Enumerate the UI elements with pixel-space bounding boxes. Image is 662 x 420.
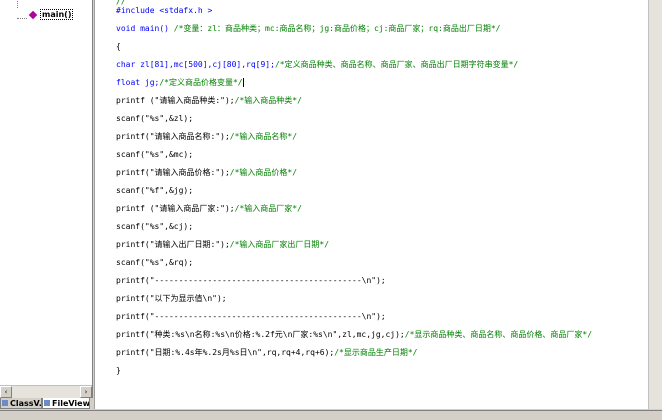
tree-item-main[interactable]: main() [0, 9, 92, 20]
code-line: float jg;/*定义商品价格变量*/ [116, 78, 244, 87]
code-line: scanf("%s",&cj); [116, 222, 194, 231]
tab-fileview-label: FileView [52, 399, 90, 408]
code-line: scanf("%s",&mc); [116, 150, 194, 159]
code-line: scanf("%s",&zl); [116, 114, 194, 123]
editor-gutter [94, 0, 117, 409]
tab-classview[interactable]: ClassV... [0, 398, 42, 409]
class-tree: main() [0, 0, 92, 20]
code-line: printf("--------------------------------… [116, 276, 386, 285]
code-line: printf("--------------------------------… [116, 312, 386, 321]
code-line: } [116, 366, 121, 375]
fileview-icon [44, 400, 50, 406]
editor-vertical-scrollbar[interactable] [648, 0, 662, 409]
code-line: void main() /*变量：zl：商品种类；mc:商品名称；jg:商品价格… [116, 24, 501, 33]
code-line: #include <stdafx.h > [116, 6, 213, 15]
chevron-right-icon: › [84, 388, 88, 396]
code-line: printf ("请输入商品厂家:");/*输入商品厂家*/ [116, 204, 302, 213]
code-line: printf("种类:%s\n名称:%s\n价格:%.2f元\n厂家:%s\n"… [116, 330, 593, 339]
text-cursor [242, 78, 244, 87]
code-line: char zl[81],mc[500],cj[80],rq[9];/*定义商品种… [116, 60, 519, 69]
workspace-horizontal-scrollbar[interactable]: ‹ › [0, 385, 92, 398]
code-line: scanf("%s",&rq); [116, 258, 194, 267]
code-line: printf("日期:%.4s年%.2s月%s日\n",rq,rq+4,rq+6… [116, 348, 418, 357]
code-line: printf("请输入商品价格:");/*输入商品价格*/ [116, 168, 298, 177]
code-line: scanf("%f",&jg); [116, 186, 194, 195]
scroll-right-button[interactable]: › [80, 386, 92, 398]
code-line: printf("请输入商品名称:");/*输入商品名称*/ [116, 132, 298, 141]
chevron-left-icon: ‹ [4, 388, 8, 396]
workspace-tabs: ClassV... FileView [0, 398, 92, 410]
tab-classview-label: ClassV... [10, 399, 42, 408]
tree-item-main-label: main() [40, 9, 74, 20]
tree-root-item[interactable] [0, 0, 92, 8]
code-editor[interactable]: // #include <stdafx.h > void main() /*变量… [116, 0, 648, 409]
code-line: printf ("请输入商品种类:");/*输入商品种类*/ [116, 96, 302, 105]
function-icon [28, 10, 38, 19]
classview-icon [2, 400, 8, 406]
code-line: { [116, 42, 121, 51]
tab-fileview[interactable]: FileView [42, 398, 90, 409]
code-line: printf("以下为显示值\n"); [116, 294, 227, 303]
code-line: printf("请输入出厂日期:");/*输入商品厂家出厂日期*/ [116, 240, 330, 249]
scroll-left-button[interactable]: ‹ [0, 386, 12, 398]
workspace-pane: main() ‹ › [0, 0, 93, 398]
